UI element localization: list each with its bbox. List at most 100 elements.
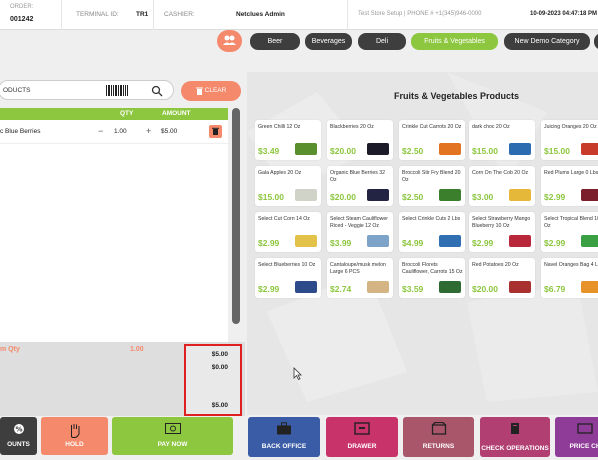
product-card[interactable]: Juicing Oranges 20 Oz $15.00 — [541, 120, 598, 160]
qty-header: QTY — [120, 110, 134, 117]
product-card[interactable]: Red Plums Large 0 Lbs $2.99 — [541, 166, 598, 206]
category-deli[interactable]: Deli — [358, 33, 406, 50]
back-office-button[interactable]: BACK OFFICE — [248, 417, 320, 457]
product-price: $20.00 — [330, 146, 356, 156]
check-operations-button[interactable]: CHECK OPERATIONS — [480, 417, 550, 457]
grand-total-value: $5.00 — [211, 402, 228, 409]
product-image — [439, 189, 461, 201]
product-card[interactable]: Select Cut Corn 14 Oz $2.99 — [255, 212, 321, 252]
category-beer[interactable]: Beer — [250, 33, 300, 50]
product-name: Select Tropical Blend 10 Oz — [544, 216, 598, 229]
product-price: $2.99 — [258, 284, 280, 294]
clear-button[interactable]: CLEAR — [181, 81, 241, 101]
totals-box: $5.00 $0.00 $5.00 — [184, 344, 242, 416]
clear-label: CLEAR — [204, 87, 227, 94]
product-card[interactable]: Gala Apples 20 Oz $15.00 — [255, 166, 321, 206]
category-new-demo[interactable]: New Demo Category — [504, 33, 590, 50]
product-price: $3.59 — [402, 284, 424, 294]
product-card[interactable]: Navel Oranges Bag 4 Lbs $6.79 — [541, 258, 598, 298]
terminal-value: TR1 — [136, 11, 149, 18]
product-card[interactable]: Broccoli Stir Fry Blend 20 Oz $2.50 — [399, 166, 465, 206]
check-operations-icon — [511, 423, 519, 434]
decrease-qty-button[interactable]: − — [98, 126, 103, 136]
cart-item-name: c Blue Berries — [0, 128, 41, 135]
product-card[interactable]: Select Crinkle Cuts 2 Lbs $4.99 — [399, 212, 465, 252]
cart-items: c Blue Berries − 1.00 + $5.00 — [0, 120, 228, 342]
product-image — [367, 189, 389, 201]
product-card[interactable]: Corn On The Cob 20 Oz $3.00 — [469, 166, 535, 206]
category-more[interactable] — [594, 33, 598, 50]
search-input[interactable] — [3, 84, 103, 97]
panel-title: Fruits & Vegetables Products — [394, 91, 520, 101]
price-check-label: PRICE CH — [569, 443, 598, 450]
product-image — [295, 143, 317, 155]
product-price: $2.99 — [258, 238, 280, 248]
product-image — [439, 235, 461, 247]
product-card[interactable]: Select Steam Cauliflower Riced - Veggie … — [327, 212, 393, 252]
cashier-value: Netclues Admin — [236, 11, 285, 18]
product-name: Select Cut Corn 14 Oz — [258, 216, 310, 222]
product-card[interactable]: Select Tropical Blend 10 Oz $2.99 — [541, 212, 598, 252]
product-price: $15.00 — [472, 146, 498, 156]
cart-summary: m Qty 1.00 $5.00 $0.00 $5.00 — [0, 342, 245, 416]
product-card[interactable]: Select Strawberry Mango Blueberry 10 Oz $… — [469, 212, 535, 252]
product-image — [509, 143, 531, 155]
product-price: $20.00 — [472, 284, 498, 294]
product-card[interactable]: Green Chilli 12 Oz $3.49 — [255, 120, 321, 160]
barcode-icon[interactable] — [106, 85, 128, 96]
discounts-label: OUNTS — [7, 441, 30, 448]
pay-now-button[interactable]: PAY NOW — [112, 417, 233, 455]
product-image — [509, 189, 531, 201]
product-name: Cantaloupe/musk melon Large 6 PCS — [330, 262, 386, 275]
remove-item-button[interactable] — [209, 125, 222, 138]
category-beverages[interactable]: Beverages — [305, 33, 352, 50]
hold-button[interactable]: HOLD — [41, 417, 108, 455]
product-name: Red Plums Large 0 Lbs — [544, 170, 598, 176]
return-box-icon — [431, 422, 446, 435]
product-card[interactable]: Select Blueberries 10 Oz $2.99 — [255, 258, 321, 298]
mouse-pointer-icon — [293, 367, 302, 380]
product-card[interactable]: Cantaloupe/musk melon Large 6 PCS $2.74 — [327, 258, 393, 298]
category-fruits-vegetables[interactable]: Fruits & Vegetables — [411, 33, 498, 50]
price-check-button[interactable]: PRICE CH — [555, 417, 598, 457]
hold-label: HOLD — [65, 441, 84, 448]
product-card[interactable]: Organic Blue Berries 32 Oz $20.00 — [327, 166, 393, 206]
product-card[interactable]: Crinkle Cut Carrots 20 Oz $2.50 — [399, 120, 465, 160]
product-panel: Fruits & Vegetables Products Green Chill… — [247, 72, 598, 415]
customer-button[interactable] — [217, 30, 242, 52]
search-icon[interactable] — [151, 85, 163, 97]
product-name: Red Potatoes 20 Oz — [472, 262, 519, 268]
product-image — [581, 143, 598, 155]
cashier-label: CASHIER: — [164, 11, 195, 18]
product-name: Broccoli Stir Fry Blend 20 Oz — [402, 170, 461, 183]
product-price: $2.50 — [402, 146, 424, 156]
increase-qty-button[interactable]: + — [146, 126, 151, 136]
product-card[interactable]: Broccoli Florets Cauliflower, Carrots 15… — [399, 258, 465, 298]
product-name: Select Strawberry Mango Blueberry 10 Oz — [472, 216, 531, 229]
product-card[interactable]: Blackberries 20 Oz $20.00 — [327, 120, 393, 160]
total-qty-value: 1.00 — [130, 346, 144, 353]
cart-scrollbar[interactable] — [232, 108, 240, 324]
trash-icon — [195, 87, 203, 95]
product-name: Select Crinkle Cuts 2 Lbs — [402, 216, 461, 222]
product-card[interactable]: dark choc 20 Oz $15.00 — [469, 120, 535, 160]
returns-button[interactable]: RETURNS — [403, 417, 474, 457]
discounts-button[interactable]: % OUNTS — [0, 417, 37, 455]
product-name: Green Chilli 12 Oz — [258, 124, 301, 130]
cart-item-row[interactable]: c Blue Berries − 1.00 + $5.00 — [0, 120, 228, 144]
product-name: Gala Apples 20 Oz — [258, 170, 302, 176]
drawer-button[interactable]: DRAWER — [326, 417, 398, 457]
store-info: Test Store Setup | PHONE # +1(345)946-00… — [358, 11, 482, 17]
product-price: $6.79 — [544, 284, 566, 294]
product-image — [509, 281, 531, 293]
terminal-label: TERMINAL ID: — [76, 11, 119, 18]
product-price: $15.00 — [258, 192, 284, 202]
product-card[interactable]: Red Potatoes 20 Oz $20.00 — [469, 258, 535, 298]
product-price: $15.00 — [544, 146, 570, 156]
returns-label: RETURNS — [422, 443, 455, 450]
product-image — [367, 281, 389, 293]
terminal-cell: TERMINAL ID: TR1 — [62, 0, 154, 30]
product-name: Organic Blue Berries 32 Oz — [330, 170, 386, 183]
product-price: $2.50 — [402, 192, 424, 202]
top-header: ORDER: 001242 TERMINAL ID: TR1 CASHIER: … — [0, 0, 598, 30]
